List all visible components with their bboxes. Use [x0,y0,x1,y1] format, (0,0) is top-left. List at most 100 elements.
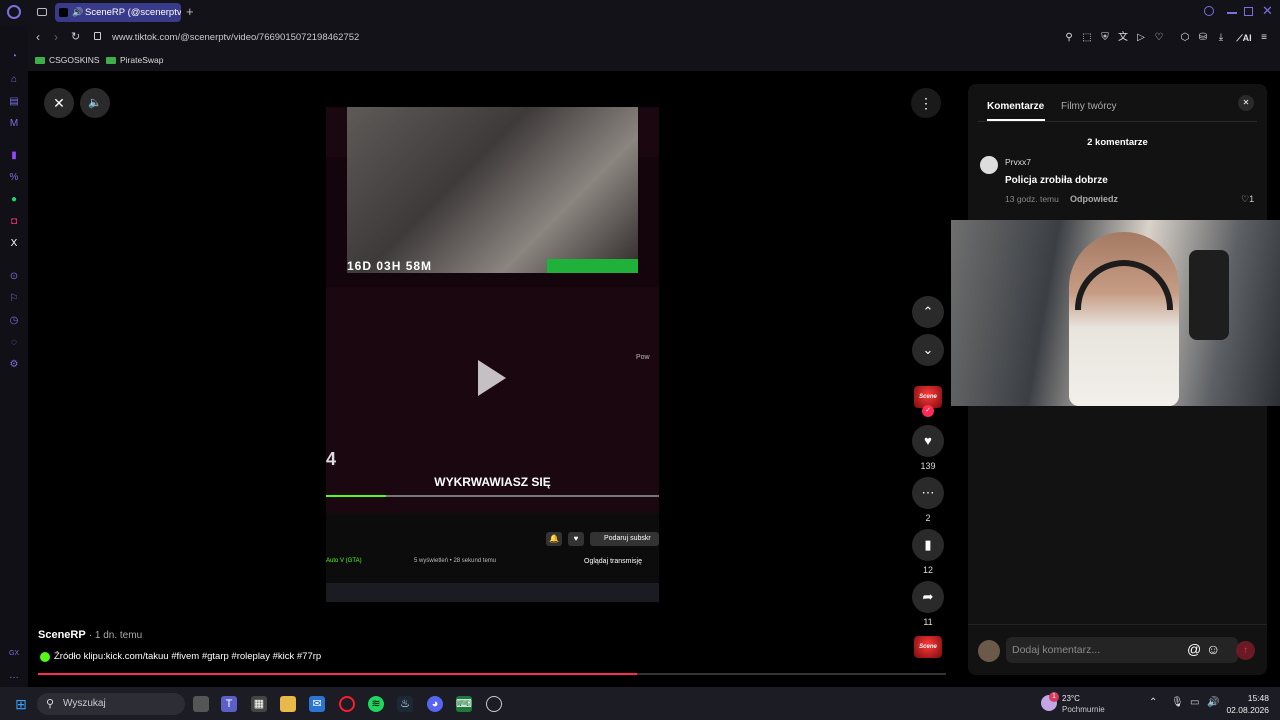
video-progress-fill [38,673,638,675]
terminal-icon[interactable]: ⌨ [456,696,472,712]
url-field[interactable]: www.tiktok.com/@scenerptv/video/76690150… [112,32,359,43]
more-options-button[interactable]: ⋮ [911,88,941,118]
weather-temp[interactable]: 23°C [1062,694,1080,703]
more-icon[interactable]: … [8,670,20,682]
ai-sidebar-icon[interactable]: ◔ [8,51,20,63]
author-name[interactable]: SceneRP [38,629,86,641]
bookmark-csgoskins[interactable]: CSGOSKINS [35,55,100,65]
wallet-icon[interactable]: ⛁ [1197,32,1209,44]
comment-button[interactable]: ⋯ [912,477,944,509]
bookmark-label: PirateSwap [120,55,164,65]
messenger-icon[interactable]: M [8,118,20,130]
network-icon[interactable]: ▭ [1190,697,1199,708]
follow-check-icon[interactable]: ✓ [922,405,934,417]
close-video-button[interactable]: ✕ [44,88,74,118]
tab-comments[interactable]: Komentarze [987,101,1044,112]
instagram-icon[interactable]: ◘ [8,216,20,228]
volume-button[interactable]: 🔈 [80,88,110,118]
play-icon[interactable]: ▷ [1135,32,1147,44]
clock-date[interactable]: 02.08.2026 [1222,705,1269,715]
music-disc-avatar[interactable]: Scene [914,636,942,658]
taskbar-search[interactable]: ⚲ Wyszukaj [37,693,185,715]
clock-time[interactable]: 15:48 [1229,693,1269,703]
file-explorer-icon[interactable] [280,696,296,712]
subscribe-button[interactable]: Podaruj subskr [590,532,659,546]
stream-taskbar [326,583,659,602]
shopping-icon[interactable]: ⌂ [8,74,20,86]
emoji-icon[interactable]: ☺ [1206,641,1220,657]
x-icon[interactable]: X [8,238,20,250]
user-avatar[interactable] [978,640,1000,662]
search-tabs-icon[interactable] [1204,6,1214,16]
send-button[interactable]: ↑ [1236,641,1255,660]
next-video-button[interactable]: ⌄ [912,334,944,366]
close-window-icon[interactable]: ✕ [1262,3,1273,19]
post-caption-line: Źródło klipu:kick.com/takuu #fivem #gtar… [40,651,321,662]
bookmark-pirateswap[interactable]: PirateSwap [106,55,163,65]
browser-alt-icon[interactable] [486,696,502,712]
translate-icon[interactable]: 文 [1117,32,1129,44]
play-icon[interactable] [478,360,506,396]
weather-desc[interactable]: Pochmurnie [1062,705,1105,714]
tab-active[interactable]: 🔊 SceneRP (@scenerptv) [55,3,181,22]
whatsapp-icon[interactable]: ● [8,194,20,206]
extensions-icon[interactable]: ⬡ [1179,32,1191,44]
settings-icon[interactable]: ⚙ [8,359,20,371]
discord-icon[interactable]: ◕ [427,696,443,712]
microphone-icon[interactable]: 🎙 [1171,697,1184,708]
reload-icon[interactable]: ↻ [71,30,80,43]
pin-icon[interactable]: ⚲ [1063,32,1075,44]
watch-button[interactable]: Oglądaj transmisję [584,558,642,565]
steam-icon[interactable]: ♨ [397,696,413,712]
aria-icon[interactable]: ⟋AI [1233,32,1255,44]
sound-icon[interactable]: 🔊 [72,3,83,22]
mention-icon[interactable]: @ [1187,641,1201,657]
windows-start-icon[interactable]: ⊞ [13,696,29,712]
bell-button[interactable]: 🔔 [546,532,562,546]
save-button[interactable]: ▮ [912,529,944,561]
games-icon[interactable]: ▤ [8,96,20,108]
percent-icon[interactable]: % [8,172,20,184]
store-icon[interactable]: ▦ [251,696,267,712]
reply-button[interactable]: Odpowiedz [1070,194,1118,204]
shield-icon[interactable]: ⛨ [1099,32,1111,44]
previous-video-button[interactable]: ⌃ [912,296,944,328]
comment-avatar[interactable] [980,156,998,174]
timer-text: 16D 03H 58M [347,259,433,273]
chat-icon[interactable]: ◌ [8,337,20,349]
teams-icon[interactable]: T [221,696,237,712]
spotify-icon[interactable]: ≋ [368,696,384,712]
tray-chevron-icon[interactable]: ⌃ [1149,697,1157,708]
like-button[interactable]: ♥ [912,425,944,457]
download-icon[interactable]: ⤓ [1215,32,1227,44]
comment-like-button[interactable]: ♡1 [1241,194,1254,205]
menu-icon[interactable]: ≡ [1258,32,1270,44]
volume-icon[interactable]: 🔊 [1207,697,1219,708]
close-panel-button[interactable]: ✕ [1238,95,1254,111]
minimize-icon[interactable] [1227,12,1237,14]
forward-icon[interactable]: › [54,30,58,44]
input-divider [968,624,1267,625]
video-progress-track[interactable] [38,673,946,675]
comment-user[interactable]: Prvxx7 [1005,157,1031,167]
player-icon[interactable]: ⊙ [8,271,20,283]
opera-gx-icon[interactable] [339,696,355,712]
heart-icon[interactable]: ♡ [1153,32,1165,44]
tab-creator-videos[interactable]: Filmy twórcy [1061,101,1117,112]
snapshot-icon[interactable]: ⬚ [1081,32,1093,44]
comment-input[interactable]: Dodaj komentarz... @ ☺ [1006,637,1238,663]
back-icon[interactable]: ‹ [36,30,40,44]
opera-logo-icon[interactable] [7,5,21,19]
mail-icon[interactable]: ✉ [309,696,325,712]
new-tab-button[interactable]: + [186,4,194,19]
history-icon[interactable]: ◷ [8,315,20,327]
bookmark-icon[interactable]: ⚐ [8,293,20,305]
maximize-icon[interactable] [1244,7,1253,16]
twitch-icon[interactable]: ▮ [8,150,20,162]
like-stream-button[interactable]: ♥ [568,532,584,546]
task-view-icon[interactable] [193,696,209,712]
tab-overview-icon[interactable] [37,8,47,16]
gx-icon[interactable]: GX [8,648,20,660]
overlay-title: WYKRWAWIASZ SIĘ [434,475,551,489]
share-button[interactable]: ➦ [912,581,944,613]
